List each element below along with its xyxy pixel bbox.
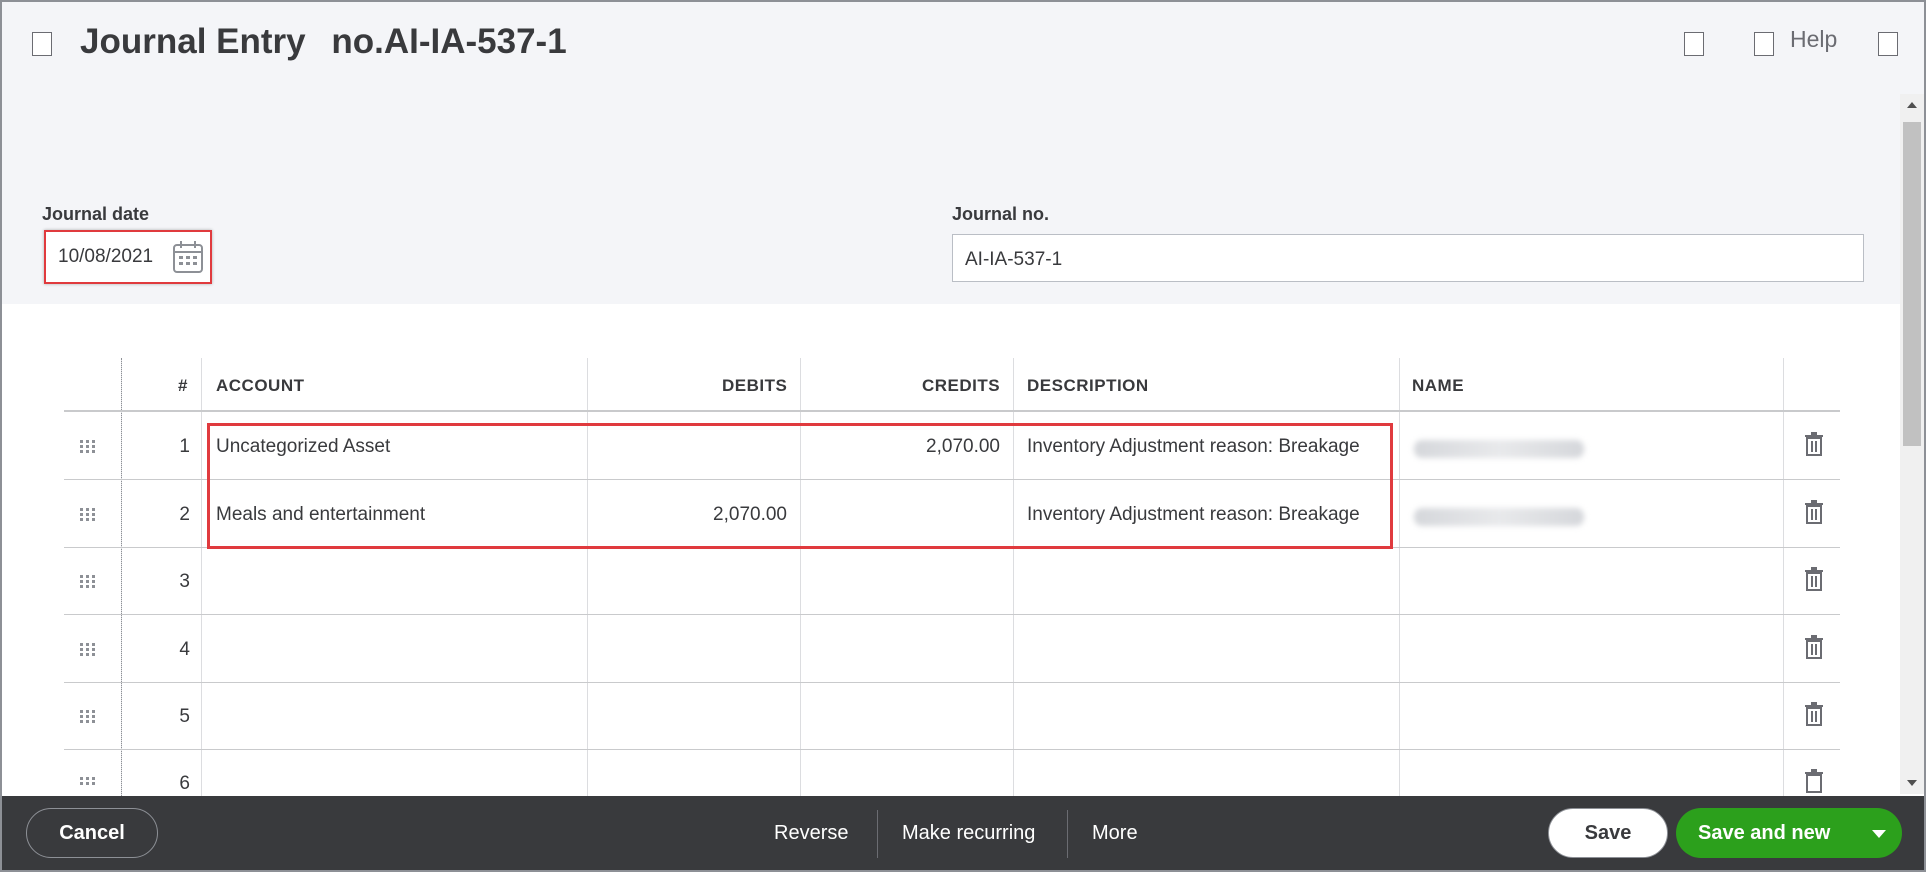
footer-divider: [877, 810, 878, 858]
save-and-new-button[interactable]: Save and new: [1676, 808, 1902, 858]
journal-date-label: Journal date: [42, 204, 150, 224]
footer-divider: [1067, 810, 1068, 858]
make-recurring-link[interactable]: Make recurring: [902, 822, 1035, 845]
history-icon[interactable]: [32, 32, 52, 56]
column-header-name: NAME: [1412, 376, 1465, 395]
cancel-button[interactable]: Cancel: [26, 808, 158, 858]
journal-number-label: no.AI-IA-537-1: [331, 22, 567, 61]
row-number: 4: [179, 639, 190, 660]
save-button[interactable]: Save: [1548, 808, 1668, 858]
footer-bar: Cancel Reverse Make recurring More Save …: [2, 796, 1924, 870]
page-title: Journal Entry no.AI-IA-537-1: [80, 22, 567, 62]
column-header-account: ACCOUNT: [216, 376, 305, 395]
drag-handle-icon[interactable]: [80, 710, 96, 724]
trash-icon[interactable]: [1804, 635, 1824, 659]
help-link[interactable]: Help: [1790, 26, 1837, 53]
column-divider: [1783, 358, 1784, 798]
row-number: 3: [179, 571, 190, 592]
journal-date-value: 10/08/2021: [58, 246, 154, 267]
column-header-debits: DEBITS: [722, 376, 788, 395]
drag-handle-icon[interactable]: [80, 777, 96, 791]
journal-no-input[interactable]: AI-IA-537-1: [952, 234, 1864, 282]
trash-icon[interactable]: [1804, 432, 1824, 456]
drag-handle-icon[interactable]: [80, 575, 96, 589]
drag-handle-icon[interactable]: [80, 508, 96, 522]
row-number: 6: [179, 773, 190, 794]
column-header-credits: CREDITS: [922, 376, 1001, 395]
row-divider: [64, 614, 1840, 615]
journal-no-value: AI-IA-537-1: [965, 249, 1063, 270]
close-icon[interactable]: [1878, 32, 1898, 56]
calendar-icon[interactable]: [172, 240, 204, 274]
scroll-down-arrow-icon[interactable]: [1907, 780, 1917, 786]
column-header-description: DESCRIPTION: [1027, 376, 1149, 395]
feedback-icon[interactable]: [1684, 32, 1704, 56]
drag-handle-icon[interactable]: [80, 643, 96, 657]
name-cell[interactable]: [1414, 508, 1584, 526]
highlight-annotation: [207, 423, 1393, 549]
vertical-scrollbar[interactable]: [1900, 94, 1924, 794]
trash-icon[interactable]: [1804, 567, 1824, 591]
column-divider: [1399, 358, 1400, 798]
save-options-chevron-down-icon[interactable]: [1872, 830, 1886, 838]
journal-date-field[interactable]: 10/08/2021: [44, 230, 212, 284]
drag-handle-icon[interactable]: [80, 440, 96, 454]
journal-no-label: Journal no.: [952, 204, 1050, 224]
row-number: 2: [179, 504, 190, 525]
column-header-number: #: [178, 376, 188, 395]
journal-entry-window: Journal Entry no.AI-IA-537-1 Help Journa…: [0, 0, 1926, 872]
trash-icon[interactable]: [1804, 769, 1824, 793]
scroll-up-arrow-icon[interactable]: [1907, 102, 1917, 108]
column-divider: [121, 358, 123, 798]
reverse-link[interactable]: Reverse: [774, 822, 848, 845]
help-icon[interactable]: [1754, 32, 1774, 56]
name-cell[interactable]: [1414, 440, 1584, 458]
header-area: Journal Entry no.AI-IA-537-1 Help Journa…: [2, 2, 1924, 304]
column-divider: [201, 358, 202, 798]
trash-icon[interactable]: [1804, 702, 1824, 726]
row-divider: [64, 682, 1840, 683]
row-divider: [64, 410, 1840, 412]
title-label: Journal Entry: [80, 22, 306, 61]
row-number: 5: [179, 706, 190, 727]
row-number: 1: [179, 436, 190, 457]
trash-icon[interactable]: [1804, 500, 1824, 524]
row-divider: [64, 749, 1840, 750]
more-link[interactable]: More: [1092, 822, 1138, 845]
scrollbar-thumb[interactable]: [1903, 122, 1921, 446]
